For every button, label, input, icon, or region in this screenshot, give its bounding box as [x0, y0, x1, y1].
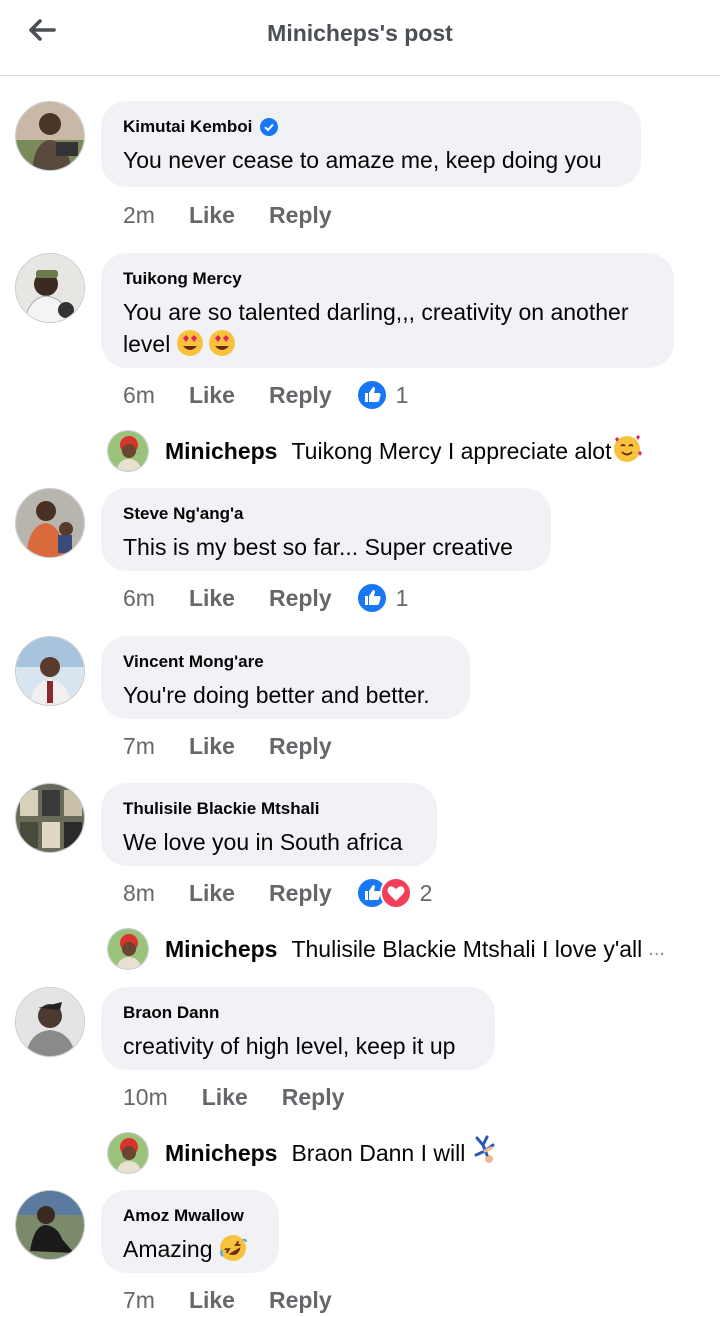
comment-text: You're doing better and better.: [123, 682, 430, 708]
comment-text: We love you in South africa: [123, 829, 403, 855]
comment-time[interactable]: 6m: [123, 585, 155, 612]
comment-author[interactable]: Vincent Mong'are: [123, 652, 448, 672]
avatar[interactable]: [107, 928, 149, 970]
avatar[interactable]: [15, 987, 85, 1057]
like-button[interactable]: Like: [202, 1084, 248, 1111]
reply-button[interactable]: Reply: [269, 880, 332, 907]
reaction-count: 1: [395, 584, 409, 611]
avatar[interactable]: [15, 636, 85, 706]
avatar[interactable]: [15, 253, 85, 323]
comment-text: You are so talented darling,,, creativit…: [123, 296, 658, 365]
comment-author[interactable]: Braon Dann: [123, 1003, 473, 1023]
comment-author[interactable]: Amoz Mwallow: [123, 1206, 257, 1226]
comment-time[interactable]: 6m: [123, 382, 155, 409]
like-button[interactable]: Like: [189, 880, 235, 907]
like-button[interactable]: Like: [189, 585, 235, 612]
reply-item: Minicheps Tuikong Mercy I appreciate alo…: [107, 429, 642, 473]
like-button[interactable]: Like: [189, 202, 235, 229]
rofl-emoji: [219, 1234, 247, 1270]
comment-bubble: Kimutai Kemboi You never cease to amaze …: [101, 101, 641, 187]
comment-text: Amazing: [123, 1233, 257, 1270]
comment-time[interactable]: 10m: [123, 1084, 168, 1111]
comment-time[interactable]: 7m: [123, 733, 155, 760]
comment-time[interactable]: 2m: [123, 202, 155, 229]
reply-button[interactable]: Reply: [269, 733, 332, 760]
comment-time[interactable]: 7m: [123, 1287, 155, 1314]
comment-actions: 7m Like Reply: [123, 1283, 366, 1317]
comment-actions: 8m Like Reply 2: [123, 876, 432, 910]
reaction-count: 1: [395, 381, 409, 408]
top-bar: Minicheps's post: [0, 0, 720, 76]
avatar[interactable]: [107, 1132, 149, 1174]
like-reaction-icon: [355, 379, 388, 411]
reaction-count: 2: [419, 879, 433, 906]
reply-button[interactable]: Reply: [269, 382, 332, 409]
comment-actions: 10m Like Reply: [123, 1080, 378, 1114]
comment-author[interactable]: Tuikong Mercy: [123, 269, 652, 289]
comment-text: This is my best so far... Super creative: [123, 534, 513, 560]
comment-actions: 7m Like Reply: [123, 729, 366, 763]
reaction-summary[interactable]: 1: [355, 582, 409, 614]
comment-bubble: Amoz Mwallow Amazing: [101, 1190, 279, 1273]
reply-author[interactable]: Minicheps: [165, 936, 277, 963]
cartwheel-emoji: [473, 1135, 501, 1171]
reply-button[interactable]: Reply: [269, 1287, 332, 1314]
comment-author[interactable]: Kimutai Kemboi: [123, 117, 619, 137]
comment-text: creativity of high level, keep it up: [123, 1033, 456, 1059]
see-more-ellipsis[interactable]: ...: [648, 938, 665, 961]
reply-item: Minicheps Braon Dann I will: [107, 1131, 501, 1175]
comment-bubble: Vincent Mong'are You're doing better and…: [101, 636, 470, 719]
reply-text: Tuikong Mercy I appreciate alot: [291, 437, 612, 464]
reply-text: Thulisile Blackie Mtshali I love y'all: [291, 935, 643, 962]
comment-time[interactable]: 8m: [123, 880, 155, 907]
avatar[interactable]: [107, 430, 149, 472]
verified-badge-icon: [260, 118, 279, 136]
comment-actions: 6m Like Reply 1: [123, 378, 408, 412]
avatar[interactable]: [15, 488, 85, 558]
comment-bubble: Braon Dann creativity of high level, kee…: [101, 987, 495, 1070]
like-button[interactable]: Like: [189, 1287, 235, 1314]
comment-author[interactable]: Steve Ng'ang'a: [123, 504, 529, 524]
comment-bubble: Tuikong Mercy You are so talented darlin…: [101, 253, 674, 368]
like-button[interactable]: Like: [189, 733, 235, 760]
page-title: Minicheps's post: [267, 20, 453, 46]
heart-eyes-emoji: [176, 329, 237, 365]
reply-author[interactable]: Minicheps: [165, 1140, 277, 1167]
comment-author[interactable]: Thulisile Blackie Mtshali: [123, 799, 415, 819]
comment-bubble: Steve Ng'ang'a This is my best so far...…: [101, 488, 551, 571]
reaction-summary[interactable]: 1: [355, 379, 409, 411]
reply-button[interactable]: Reply: [269, 202, 332, 229]
avatar[interactable]: [15, 101, 85, 171]
like-reaction-icon: [355, 582, 388, 614]
love-reaction-icon: [379, 877, 412, 909]
comment-actions: 2m Like Reply: [123, 198, 366, 232]
reply-button[interactable]: Reply: [269, 585, 332, 612]
like-button[interactable]: Like: [189, 382, 235, 409]
comment-bubble: Thulisile Blackie Mtshali We love you in…: [101, 783, 437, 866]
reply-button[interactable]: Reply: [282, 1084, 345, 1111]
comment-actions: 6m Like Reply 1: [123, 581, 408, 615]
reaction-summary[interactable]: 2: [355, 877, 433, 909]
reply-item: Minicheps Thulisile Blackie Mtshali I lo…: [107, 927, 665, 971]
avatar[interactable]: [15, 783, 85, 853]
comment-text: You never cease to amaze me, keep doing …: [123, 147, 602, 173]
avatar[interactable]: [15, 1190, 85, 1260]
reply-text: Braon Dann I will: [291, 1139, 466, 1166]
smiling-hearts-emoji: [612, 433, 642, 469]
reply-author[interactable]: Minicheps: [165, 438, 277, 465]
